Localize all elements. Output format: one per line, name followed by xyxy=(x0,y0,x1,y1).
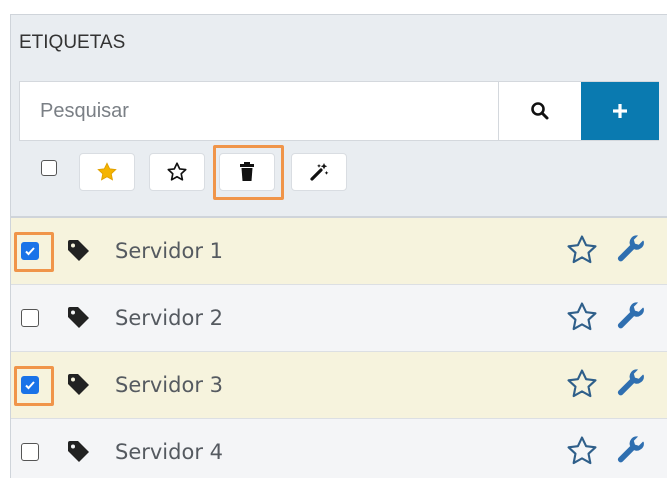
star-outline-icon[interactable] xyxy=(565,434,599,468)
tag-icon xyxy=(68,374,89,395)
magic-wand-icon xyxy=(310,163,329,181)
select-all-checkbox[interactable] xyxy=(41,160,57,176)
search-icon xyxy=(531,102,549,120)
search-bar xyxy=(19,81,659,141)
tag-row[interactable]: Servidor 1 xyxy=(11,218,667,285)
checkbox-highlight xyxy=(14,366,54,406)
row-checkbox[interactable] xyxy=(21,443,39,461)
search-input[interactable] xyxy=(20,82,498,140)
favorite-filled-button[interactable] xyxy=(79,153,135,191)
tag-row[interactable]: Servidor 4 xyxy=(11,419,667,478)
add-tag-button[interactable] xyxy=(581,82,659,140)
tags-panel: ETIQUETAS Pesquisar Servidor 1 Servidor … xyxy=(10,14,667,478)
panel-title: ETIQUETAS xyxy=(19,32,126,53)
wrench-icon[interactable] xyxy=(614,366,648,400)
tag-list: Servidor 1 Servidor 2 Servidor 3 Servido… xyxy=(11,216,667,478)
checkbox-highlight xyxy=(14,232,54,272)
star-filled-icon xyxy=(97,162,117,181)
star-outline-icon xyxy=(167,162,187,181)
row-checkbox[interactable] xyxy=(21,309,39,327)
star-outline-icon[interactable] xyxy=(565,300,599,334)
wrench-icon[interactable] xyxy=(614,299,648,333)
tag-row[interactable]: Servidor 2 xyxy=(11,285,667,352)
wrench-icon[interactable] xyxy=(614,232,648,266)
wrench-icon[interactable] xyxy=(614,433,648,467)
star-outline-icon[interactable] xyxy=(565,233,599,267)
star-outline-icon[interactable] xyxy=(565,367,599,401)
tag-label: Servidor 2 xyxy=(115,306,223,330)
tag-label: Servidor 3 xyxy=(115,373,223,397)
favorite-outline-button[interactable] xyxy=(149,153,205,191)
tag-label: Servidor 1 xyxy=(115,239,223,263)
tag-icon xyxy=(68,240,89,261)
tag-label: Servidor 4 xyxy=(115,440,223,464)
plus-icon xyxy=(613,104,627,118)
tag-icon xyxy=(68,441,89,462)
search-button[interactable] xyxy=(498,82,581,140)
tag-row[interactable]: Servidor 3 xyxy=(11,352,667,419)
delete-highlight xyxy=(213,145,284,200)
tag-icon xyxy=(68,307,89,328)
magic-button[interactable] xyxy=(291,153,347,191)
